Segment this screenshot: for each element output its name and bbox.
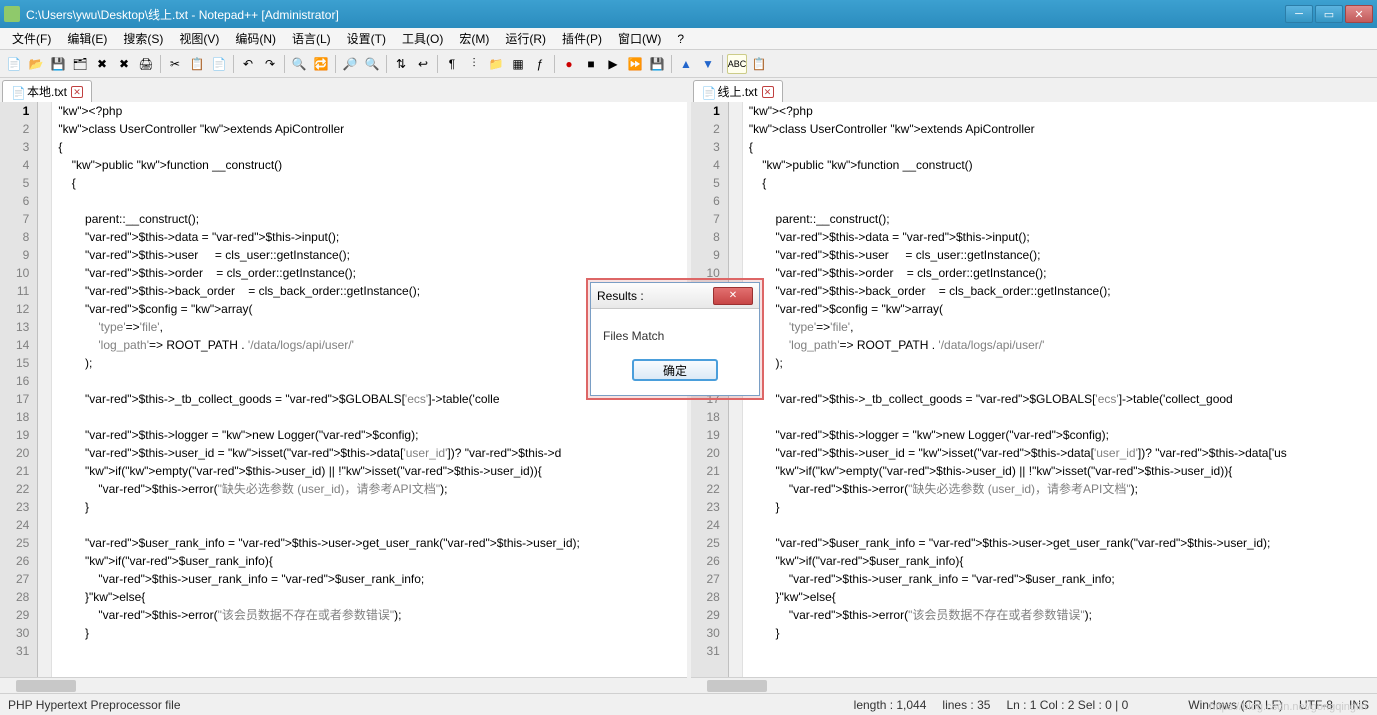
menu-search[interactable]: 搜索(S) — [115, 28, 171, 49]
help-icon[interactable]: 📋 — [749, 54, 769, 74]
tab-bar-right: 📄 线上.txt ✕ — [691, 78, 1377, 102]
toolbar-separator — [386, 55, 387, 73]
close-button[interactable]: ✕ — [1345, 5, 1373, 23]
menu-macro[interactable]: 宏(M) — [451, 28, 497, 49]
menu-tools[interactable]: 工具(O) — [394, 28, 451, 49]
title-bar: C:\Users\ywu\Desktop\线上.txt - Notepad++ … — [0, 0, 1377, 28]
record-macro-icon[interactable]: ● — [559, 54, 579, 74]
toolbar-separator — [160, 55, 161, 73]
show-all-chars-icon[interactable]: ¶ — [442, 54, 462, 74]
menu-view[interactable]: 视图(V) — [171, 28, 227, 49]
cut-icon[interactable]: ✂ — [165, 54, 185, 74]
print-icon[interactable]: 🖨 — [136, 54, 156, 74]
menu-settings[interactable]: 设置(T) — [339, 28, 394, 49]
file-icon: 📄 — [702, 86, 714, 98]
compare-next-icon[interactable]: ▼ — [698, 54, 718, 74]
save-macro-icon[interactable]: 💾 — [647, 54, 667, 74]
window-title: C:\Users\ywu\Desktop\线上.txt - Notepad++ … — [26, 6, 1285, 23]
editor-pane-right: 📄 线上.txt ✕ 12345678910111213141516171819… — [691, 78, 1377, 693]
doc-map-icon[interactable]: ▦ — [508, 54, 528, 74]
toolbar-separator — [233, 55, 234, 73]
status-bar: PHP Hypertext Preprocessor file length :… — [0, 693, 1377, 715]
toolbar-separator — [437, 55, 438, 73]
tab-label: 线上.txt — [718, 83, 758, 100]
wrap-icon[interactable]: ↩ — [413, 54, 433, 74]
horizontal-scrollbar-right[interactable] — [691, 677, 1377, 693]
save-all-icon[interactable]: 🗂 — [70, 54, 90, 74]
menu-file[interactable]: 文件(F) — [4, 28, 59, 49]
toolbar-separator — [671, 55, 672, 73]
menu-encoding[interactable]: 编码(N) — [227, 28, 284, 49]
play-multi-icon[interactable]: ⏩ — [625, 54, 645, 74]
toolbar-separator — [722, 55, 723, 73]
toolbar-separator — [284, 55, 285, 73]
dialog-title: Results : — [597, 289, 713, 303]
close-file-icon[interactable]: ✖ — [92, 54, 112, 74]
editor-left[interactable]: 1234567891011121314151617181920212223242… — [0, 102, 687, 677]
status-encoding: UTF-8 — [1299, 698, 1333, 712]
tab-remote[interactable]: 📄 线上.txt ✕ — [693, 80, 783, 102]
spell-check-icon[interactable]: ABC — [727, 54, 747, 74]
editor-right[interactable]: 1234567891011121314151617181920212223242… — [691, 102, 1377, 677]
toolbar: 📄 📂 💾 🗂 ✖ ✖ 🖨 ✂ 📋 📄 ↶ ↷ 🔍 🔁 🔎 🔍 ⇅ ↩ ¶ ⫶ … — [0, 50, 1377, 78]
copy-icon[interactable]: 📋 — [187, 54, 207, 74]
window-buttons: ─ ▭ ✕ — [1285, 5, 1373, 23]
folder-icon[interactable]: 📁 — [486, 54, 506, 74]
dialog-message: Files Match — [591, 309, 759, 359]
status-eol: Windows (CR LF) — [1188, 698, 1283, 712]
fold-column-left[interactable] — [38, 102, 52, 677]
results-dialog: Results : ✕ Files Match 确定 — [590, 282, 760, 396]
tab-close-icon[interactable]: ✕ — [762, 86, 774, 98]
menu-bar: 文件(F) 编辑(E) 搜索(S) 视图(V) 编码(N) 语言(L) 设置(T… — [0, 28, 1377, 50]
toolbar-separator — [554, 55, 555, 73]
ok-button[interactable]: 确定 — [632, 359, 718, 381]
close-all-icon[interactable]: ✖ — [114, 54, 134, 74]
minimize-button[interactable]: ─ — [1285, 5, 1313, 23]
replace-icon[interactable]: 🔁 — [311, 54, 331, 74]
tab-local[interactable]: 📄 本地.txt ✕ — [2, 80, 92, 102]
dialog-close-button[interactable]: ✕ — [713, 287, 753, 305]
open-file-icon[interactable]: 📂 — [26, 54, 46, 74]
menu-run[interactable]: 运行(R) — [497, 28, 554, 49]
zoom-out-icon[interactable]: 🔍 — [362, 54, 382, 74]
tab-label: 本地.txt — [27, 83, 67, 100]
indent-guide-icon[interactable]: ⫶ — [464, 54, 484, 74]
tab-close-icon[interactable]: ✕ — [71, 86, 83, 98]
sync-scroll-icon[interactable]: ⇅ — [391, 54, 411, 74]
menu-edit[interactable]: 编辑(E) — [59, 28, 115, 49]
status-lines: lines : 35 — [942, 698, 990, 712]
status-filetype: PHP Hypertext Preprocessor file — [8, 698, 854, 712]
tab-bar-left: 📄 本地.txt ✕ — [0, 78, 687, 102]
compare-prev-icon[interactable]: ▲ — [676, 54, 696, 74]
stop-macro-icon[interactable]: ■ — [581, 54, 601, 74]
menu-help[interactable]: ? — [669, 30, 692, 48]
file-icon: 📄 — [11, 86, 23, 98]
maximize-button[interactable]: ▭ — [1315, 5, 1343, 23]
menu-language[interactable]: 语言(L) — [284, 28, 339, 49]
save-icon[interactable]: 💾 — [48, 54, 68, 74]
undo-icon[interactable]: ↶ — [238, 54, 258, 74]
app-icon — [4, 6, 20, 22]
code-area-right[interactable]: "kw"><?php"kw">class UserController "kw"… — [743, 102, 1377, 677]
new-file-icon[interactable]: 📄 — [4, 54, 24, 74]
menu-plugins[interactable]: 插件(P) — [554, 28, 610, 49]
redo-icon[interactable]: ↷ — [260, 54, 280, 74]
line-numbers-left: 1234567891011121314151617181920212223242… — [0, 102, 38, 677]
horizontal-scrollbar-left[interactable] — [0, 677, 687, 693]
status-length: length : 1,044 — [854, 698, 927, 712]
editor-pane-left: 📄 本地.txt ✕ 12345678910111213141516171819… — [0, 78, 691, 693]
menu-window[interactable]: 窗口(W) — [610, 28, 669, 49]
func-list-icon[interactable]: ƒ — [530, 54, 550, 74]
paste-icon[interactable]: 📄 — [209, 54, 229, 74]
find-icon[interactable]: 🔍 — [289, 54, 309, 74]
toolbar-separator — [335, 55, 336, 73]
play-macro-icon[interactable]: ▶ — [603, 54, 623, 74]
status-insert-mode: INS — [1349, 698, 1369, 712]
status-position: Ln : 1 Col : 2 Sel : 0 | 0 — [1006, 698, 1128, 712]
dialog-title-bar[interactable]: Results : ✕ — [591, 283, 759, 309]
zoom-in-icon[interactable]: 🔎 — [340, 54, 360, 74]
ok-button-label: 确定 — [663, 362, 687, 379]
